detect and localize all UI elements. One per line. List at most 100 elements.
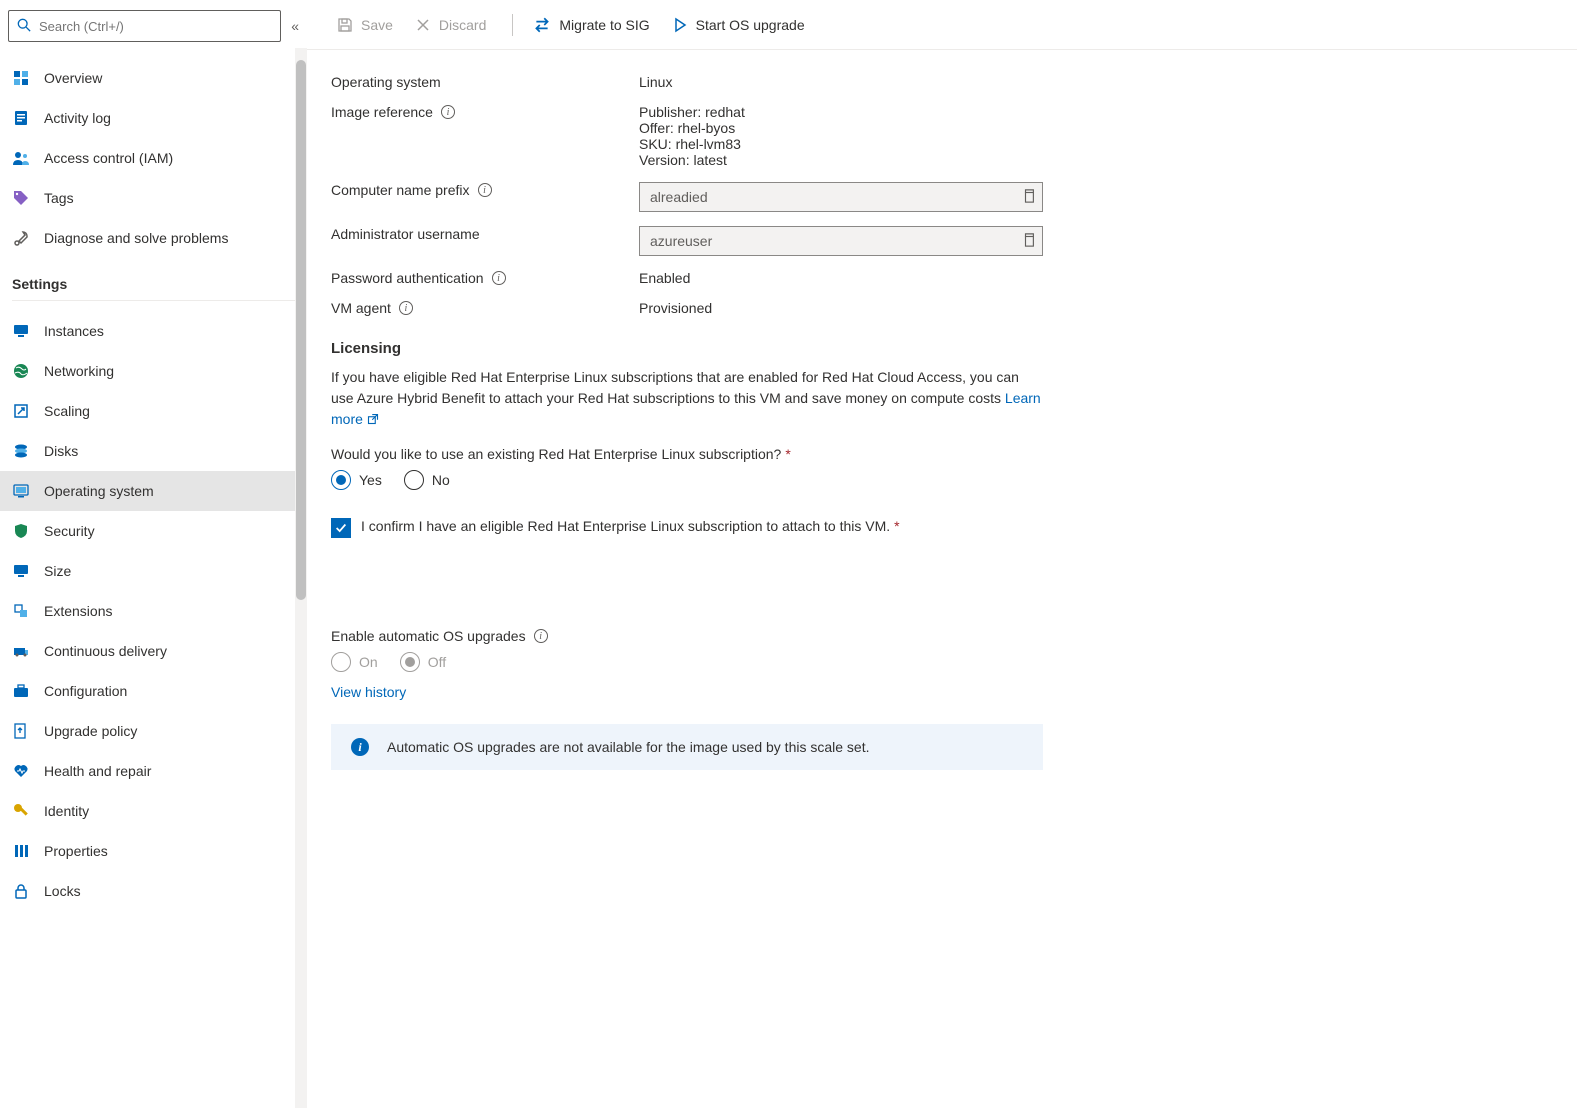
- info-icon[interactable]: i: [492, 271, 506, 285]
- radio-yes[interactable]: [331, 470, 351, 490]
- info-icon: i: [351, 738, 369, 756]
- shield-icon: [12, 522, 30, 540]
- nav-label: Configuration: [44, 683, 127, 699]
- check-icon: [334, 521, 348, 535]
- nav-security[interactable]: Security: [0, 511, 307, 551]
- info-icon[interactable]: i: [441, 105, 455, 119]
- scale-icon: [12, 402, 30, 420]
- admin-value: azureuser: [650, 233, 712, 249]
- main: Save Discard Migrate to SIG Start OS upg…: [307, 0, 1577, 1108]
- required-indicator: *: [785, 446, 790, 462]
- auto-label-row: Enable automatic OS upgrades i: [331, 628, 1553, 644]
- view-history-link[interactable]: View history: [331, 684, 1553, 700]
- question-text: Would you like to use an existing Red Ha…: [331, 446, 781, 462]
- nav-upgrade-policy[interactable]: Upgrade policy: [0, 711, 307, 751]
- overview-icon: [12, 69, 30, 87]
- imageref-label-text: Image reference: [331, 104, 433, 120]
- licensing-desc-text: If you have eligible Red Hat Enterprise …: [331, 369, 1019, 406]
- nav-label: Identity: [44, 803, 89, 819]
- radio-no-label: No: [432, 472, 450, 488]
- sidebar-scrollbar[interactable]: [295, 48, 307, 1108]
- nav-label: Networking: [44, 363, 114, 379]
- nav-label: Scaling: [44, 403, 90, 419]
- confirm-checkbox[interactable]: [331, 518, 351, 538]
- os-label: Operating system: [331, 74, 639, 90]
- nav-tags[interactable]: Tags: [0, 178, 307, 218]
- save-button[interactable]: Save: [329, 7, 401, 43]
- nav-disks[interactable]: Disks: [0, 431, 307, 471]
- nav-extensions[interactable]: Extensions: [0, 591, 307, 631]
- search-input[interactable]: [39, 19, 272, 34]
- nav-label: Upgrade policy: [44, 723, 137, 739]
- nav-locks[interactable]: Locks: [0, 871, 307, 911]
- disks-icon: [12, 442, 30, 460]
- divider: [12, 300, 295, 301]
- nav-continuous-delivery[interactable]: Continuous delivery: [0, 631, 307, 671]
- settings-heading: Settings: [0, 258, 307, 298]
- close-icon: [415, 17, 431, 33]
- nav-label: Properties: [44, 843, 108, 859]
- info-icon[interactable]: i: [478, 183, 492, 197]
- scrollbar-thumb[interactable]: [296, 60, 306, 600]
- nav-identity[interactable]: Identity: [0, 791, 307, 831]
- globe-icon: [12, 362, 30, 380]
- nav-label: Access control (IAM): [44, 150, 173, 166]
- nav-access-control[interactable]: Access control (IAM): [0, 138, 307, 178]
- imgref-publisher: Publisher: redhat: [639, 104, 745, 120]
- nav-size[interactable]: Size: [0, 551, 307, 591]
- extensions-icon: [12, 602, 30, 620]
- nav-settings: Instances Networking Scaling Disks Opera…: [0, 311, 307, 911]
- nav-label: Health and repair: [44, 763, 151, 779]
- size-icon: [12, 562, 30, 580]
- nav-top: Overview Activity log Access control (IA…: [0, 58, 307, 258]
- radio-off-label: Off: [428, 654, 446, 670]
- admin-label: Administrator username: [331, 226, 639, 242]
- log-icon: [12, 109, 30, 127]
- info-icon[interactable]: i: [534, 629, 548, 643]
- nav-label: Instances: [44, 323, 104, 339]
- toolbar-separator: [512, 14, 513, 36]
- auto-upgrades-section: Enable automatic OS upgrades i On Off Vi…: [331, 628, 1553, 770]
- auto-label: Enable automatic OS upgrades: [331, 628, 526, 644]
- os-value: Linux: [639, 74, 672, 90]
- os-icon: [12, 482, 30, 500]
- nav-scaling[interactable]: Scaling: [0, 391, 307, 431]
- copy-icon[interactable]: [1022, 189, 1036, 206]
- nav-diagnose[interactable]: Diagnose and solve problems: [0, 218, 307, 258]
- pwauth-label-text: Password authentication: [331, 270, 484, 286]
- discard-button[interactable]: Discard: [407, 7, 494, 43]
- nav-overview[interactable]: Overview: [0, 58, 307, 98]
- collapse-sidebar-button[interactable]: «: [291, 18, 299, 34]
- nav-properties[interactable]: Properties: [0, 831, 307, 871]
- prefix-value: alreadied: [650, 189, 708, 205]
- delivery-icon: [12, 642, 30, 660]
- info-icon[interactable]: i: [399, 301, 413, 315]
- nav-health[interactable]: Health and repair: [0, 751, 307, 791]
- content: Operating system Linux Image reference i…: [307, 50, 1577, 794]
- toolbar-label: Start OS upgrade: [696, 17, 805, 33]
- nav-configuration[interactable]: Configuration: [0, 671, 307, 711]
- copy-icon[interactable]: [1022, 233, 1036, 250]
- key-icon: [12, 802, 30, 820]
- upgrade-icon: [12, 722, 30, 740]
- migrate-button[interactable]: Migrate to SIG: [525, 7, 657, 43]
- imgref-sku: SKU: rhel-lvm83: [639, 136, 745, 152]
- nav-label: Size: [44, 563, 71, 579]
- licensing-desc: If you have eligible Red Hat Enterprise …: [331, 367, 1041, 430]
- tag-icon: [12, 189, 30, 207]
- confirm-label: I confirm I have an eligible Red Hat Ent…: [361, 518, 900, 534]
- nav-activity-log[interactable]: Activity log: [0, 98, 307, 138]
- search-box[interactable]: [8, 10, 281, 42]
- lock-icon: [12, 882, 30, 900]
- nav-instances[interactable]: Instances: [0, 311, 307, 351]
- start-upgrade-button[interactable]: Start OS upgrade: [664, 7, 813, 43]
- nav-label: Operating system: [44, 483, 154, 499]
- nav-networking[interactable]: Networking: [0, 351, 307, 391]
- monitor-icon: [12, 322, 30, 340]
- radio-no[interactable]: [404, 470, 424, 490]
- toolbar: Save Discard Migrate to SIG Start OS upg…: [307, 0, 1577, 50]
- radio-on-label: On: [359, 654, 378, 670]
- swap-icon: [533, 16, 551, 34]
- nav-operating-system[interactable]: Operating system: [0, 471, 307, 511]
- toolbar-label: Migrate to SIG: [559, 17, 649, 33]
